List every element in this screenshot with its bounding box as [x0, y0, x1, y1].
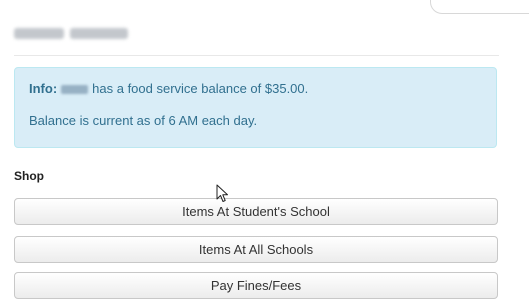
- balance-line: Info: has a food service balance of $35.0…: [29, 81, 308, 96]
- student-name-redacted: [14, 25, 128, 41]
- top-tab-edge: [430, 0, 529, 14]
- pay-fines-fees-button[interactable]: Pay Fines/Fees: [14, 272, 498, 299]
- shop-heading: Shop: [14, 169, 44, 183]
- redacted-last-name: [70, 27, 128, 39]
- balance-text: has a food service balance of $35.00.: [92, 81, 309, 96]
- items-at-all-schools-button[interactable]: Items At All Schools: [14, 236, 498, 263]
- mouse-pointer-icon: [216, 184, 228, 202]
- redacted-first-name: [14, 27, 64, 39]
- balance-current-text: Balance is current as of 6 AM each day.: [29, 113, 258, 128]
- food-service-page: Info: has a food service balance of $35.0…: [0, 0, 529, 301]
- header-divider: [14, 55, 499, 56]
- info-label: Info:: [29, 81, 58, 96]
- redacted-student-name: [61, 85, 89, 95]
- items-at-students-school-button[interactable]: Items At Student's School: [14, 198, 498, 225]
- info-alert: Info: has a food service balance of $35.0…: [14, 67, 497, 148]
